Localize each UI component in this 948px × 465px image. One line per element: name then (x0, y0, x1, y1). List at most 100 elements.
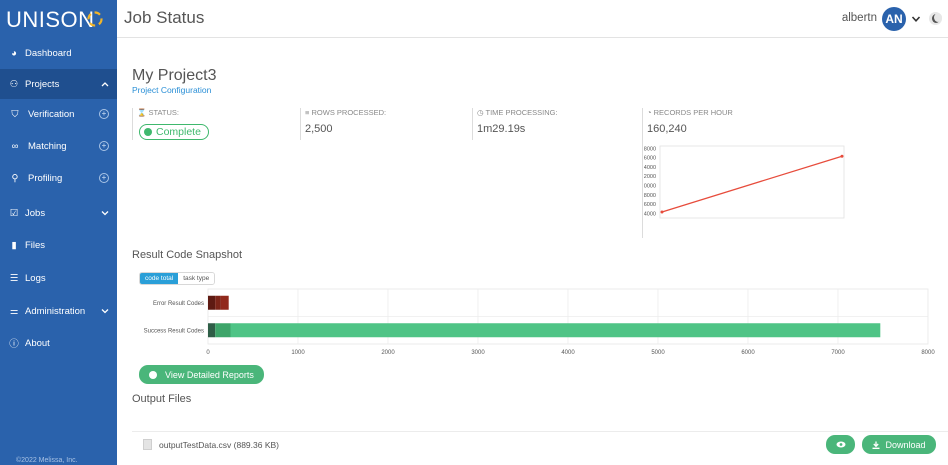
sidebar-item-administration[interactable]: ⚌ Administration (0, 296, 117, 326)
x-tick-label: 3000 (471, 350, 485, 356)
output-file-name: outputTestData.csv (889.36 KB) (159, 440, 280, 450)
sidebar-item-matching[interactable]: ∞ Matching + (0, 131, 117, 161)
bar-segment[interactable] (208, 295, 216, 310)
sidebar-item-verification[interactable]: ⛉ Verification + (0, 99, 117, 129)
top-header: Job Status albertn AN (117, 0, 948, 38)
sidebar-item-jobs[interactable]: ☑ Jobs (0, 198, 117, 228)
series-line (661, 155, 843, 213)
time-processing-stat: ◷ TIME PROCESSING: 1m29.19s (472, 105, 632, 235)
sidebar-item-label: Logs (25, 272, 46, 284)
sidebar-item-projects[interactable]: ⚇ Projects (0, 69, 117, 99)
y-tick-label: 16000 (644, 156, 656, 162)
time-label: ◷ TIME PROCESSING: (477, 108, 558, 117)
result-codes-chart: 0 1000 2000 3000 4000 5000 6000 7000 8000 Error R… (144, 288, 935, 356)
category-label: Error Result Codes (153, 301, 204, 307)
x-tick-label: 5000 (651, 350, 665, 356)
clock-icon: ◷ (477, 108, 484, 117)
records-per-hour-chart: 4000 6000 8000 10000 12000 14000 16000 18000 (644, 145, 845, 219)
sidebar-item-label: Files (25, 239, 46, 251)
chart-pie-icon (149, 370, 158, 379)
plus-circle-icon: + (99, 173, 109, 183)
chevron-up-icon[interactable] (101, 79, 109, 89)
rows-value: 2,500 (305, 123, 333, 135)
x-tick-label: 4000 (561, 350, 575, 356)
time-label-text: TIME PROCESSING: (485, 108, 558, 117)
sidebar-item-files[interactable]: ▮ Files (0, 230, 117, 260)
preview-button[interactable] (826, 435, 855, 454)
stat-divider (472, 108, 473, 140)
users-icon: ⚇ (9, 78, 19, 90)
checkbox-icon: ☑ (9, 207, 19, 219)
view-reports-label: View Detailed Reports (165, 369, 254, 380)
chevron-down-icon[interactable] (911, 14, 921, 24)
moon-icon (932, 13, 942, 23)
rows-label: ≡ ROWS PROCESSED: (305, 108, 386, 117)
plus-circle-icon: + (99, 141, 109, 151)
time-value: 1m29.19s (477, 123, 526, 135)
eye-icon (836, 441, 845, 448)
chevron-down-icon[interactable] (101, 306, 109, 316)
plus-circle-icon: + (99, 109, 109, 119)
project-configuration-link[interactable]: Project Configuration (132, 85, 211, 95)
snapshot-toggle-group: code total task type (139, 272, 216, 285)
list-icon: ≡ (305, 108, 310, 117)
rows-processed-stat: ≡ ROWS PROCESSED: 2,500 (300, 105, 460, 235)
stat-divider (132, 108, 133, 140)
sidebar-item-dashboard[interactable]: ◕ Dashboard (0, 38, 117, 68)
sidebar-item-label: Profiling (28, 172, 63, 184)
dark-mode-toggle[interactable] (929, 12, 942, 25)
avatar[interactable]: AN (882, 7, 906, 31)
file-icon: ▮ (11, 239, 17, 251)
chevron-down-icon[interactable] (101, 208, 109, 218)
bar-segment[interactable] (208, 323, 216, 338)
status-stat: ⌛ STATUS: Complete (132, 105, 292, 235)
x-tick-label: 1000 (291, 350, 305, 356)
unison-logo[interactable]: UNISON (0, 0, 117, 38)
page-title: Job Status (124, 8, 205, 27)
stat-divider (642, 108, 643, 238)
project-title: My Project3 (132, 67, 217, 84)
sidebar-item-label: Verification (28, 108, 75, 120)
status-badge: Complete (139, 124, 209, 140)
bar-segment[interactable] (220, 295, 229, 310)
info-icon: ⓘ (9, 339, 19, 350)
toggle-task-type[interactable]: task type (178, 273, 215, 284)
sidebar-item-profiling[interactable]: ⚲ Profiling + (0, 163, 117, 193)
bar-segment[interactable] (215, 323, 231, 338)
logo-mark: UNISON (6, 7, 103, 32)
y-tick-label: 6000 (644, 202, 656, 208)
rph-label: ◔ RECORDS PER HOUR (647, 108, 733, 117)
result-snapshot-title: Result Code Snapshot (132, 249, 243, 261)
chart-frame (659, 145, 845, 219)
y-tick-label: 12000 (644, 174, 656, 180)
sidebar-item-logs[interactable]: ☰ Logs (0, 263, 117, 293)
view-detailed-reports-button[interactable]: View Detailed Reports (139, 365, 264, 384)
logo-text: UNISON (6, 7, 95, 32)
toggle-code-total[interactable]: code total (140, 273, 179, 284)
bar-segment[interactable] (230, 323, 881, 338)
data-point (660, 210, 664, 214)
sidebar-item-label: About (25, 337, 50, 349)
expand-plus-icon[interactable]: + (99, 141, 109, 151)
dashboard-icon: ◕ (11, 47, 17, 59)
x-tick-label: 2000 (381, 350, 395, 356)
user-name[interactable]: albertn (842, 12, 877, 24)
download-button[interactable]: Download (862, 435, 936, 454)
category-label: Success Result Codes (144, 328, 204, 334)
output-file-row: outputTestData.csv (889.36 KB) Download (132, 431, 948, 465)
expand-plus-icon[interactable]: + (99, 109, 109, 119)
rph-value: 160,240 (647, 123, 687, 135)
expand-plus-icon[interactable]: + (99, 173, 109, 183)
x-tick-label: 8000 (921, 350, 935, 356)
bar-segment[interactable] (215, 295, 221, 310)
sidebar-item-about[interactable]: ⓘ About (0, 328, 117, 358)
output-files-title: Output Files (132, 393, 192, 405)
shield-icon: ⛉ (11, 108, 19, 120)
sidebar-item-label: Matching (28, 140, 67, 152)
status-label: ⌛ STATUS: (137, 108, 179, 117)
y-tick-label: 4000 (644, 211, 656, 217)
y-tick-label: 8000 (644, 193, 656, 199)
y-tick-label: 18000 (644, 146, 656, 152)
sidebar: UNISON ◕ Dashboard ⚇ Projects ⛉ Verification +… (0, 0, 117, 465)
hourglass-icon: ⌛ (137, 108, 147, 117)
